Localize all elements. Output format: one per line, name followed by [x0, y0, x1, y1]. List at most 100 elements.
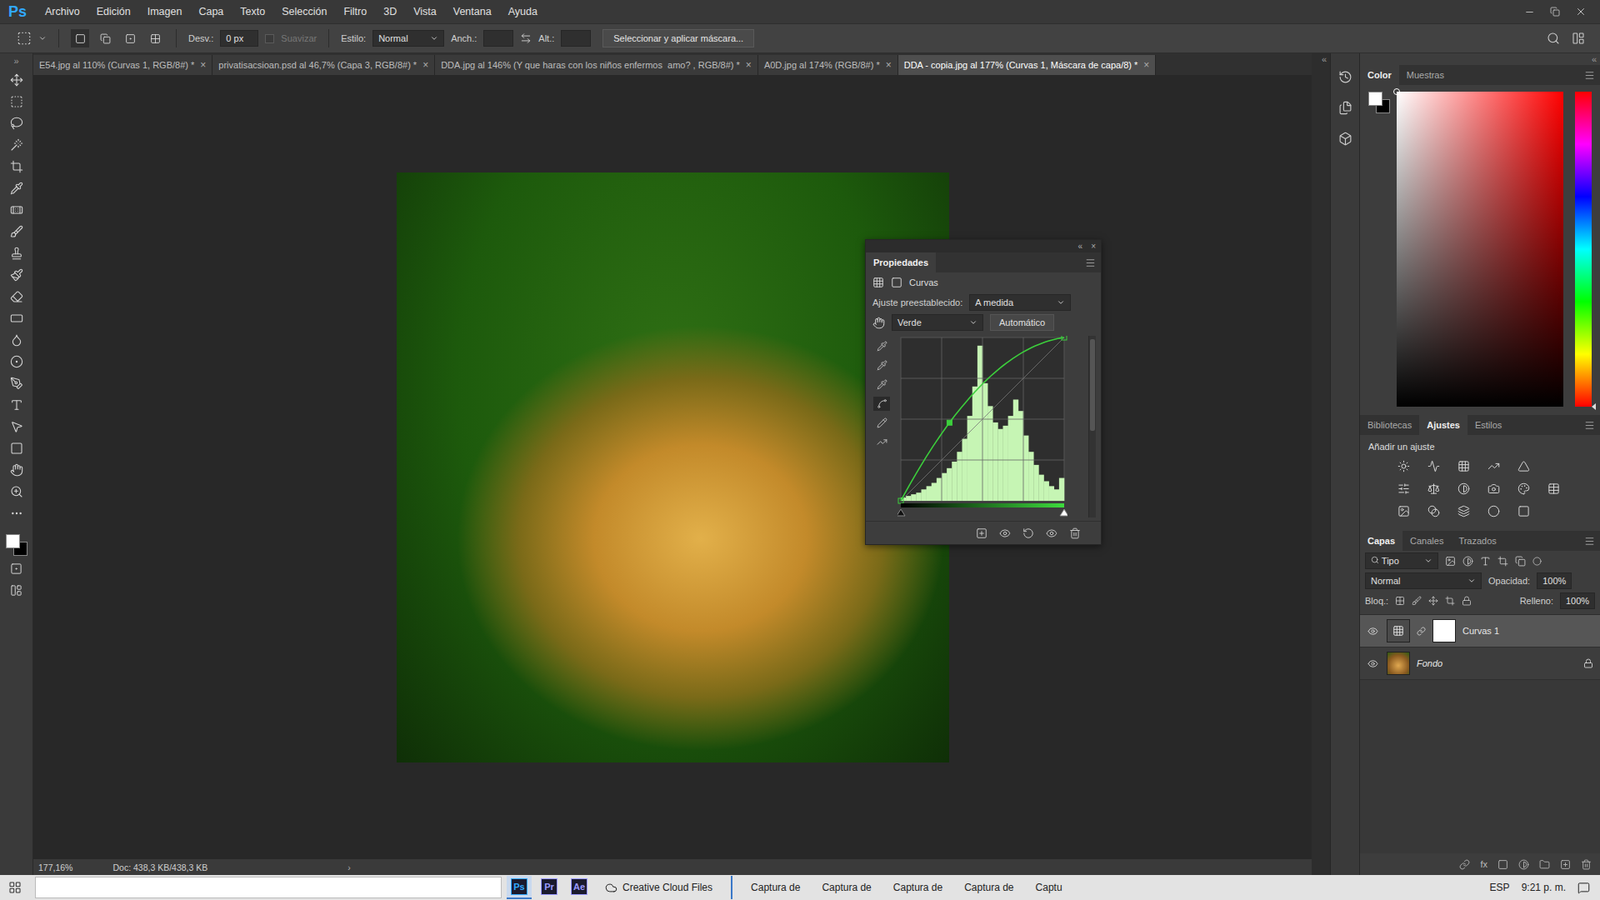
new-selection-button[interactable] — [70, 29, 90, 48]
panel-tab[interactable]: Estilos — [1467, 415, 1510, 435]
white-point-slider[interactable] — [1060, 509, 1068, 516]
clip-to-layer-icon[interactable] — [975, 527, 988, 540]
smooth-curve-button[interactable] — [873, 435, 890, 450]
creative-cloud-icon[interactable] — [605, 881, 618, 895]
curves-icon[interactable] — [1457, 460, 1470, 473]
menu-item[interactable]: Ayuda — [500, 3, 546, 20]
menu-item[interactable]: Vista — [405, 3, 445, 20]
lock-pixels-icon[interactable] — [1411, 595, 1422, 606]
adjustment-button[interactable] — [1451, 480, 1475, 498]
mask-thumbnail[interactable] — [1432, 619, 1456, 643]
mask-link-icon[interactable] — [1416, 626, 1426, 636]
adjustment-filter-icon[interactable] — [1462, 555, 1474, 567]
layer-name[interactable]: Fondo — [1416, 658, 1443, 669]
adjustment-button[interactable] — [1391, 457, 1415, 475]
healing-icon[interactable] — [10, 203, 24, 217]
white-point-eyedropper[interactable] — [873, 377, 890, 392]
view-previous-icon[interactable] — [999, 527, 1011, 540]
quick-selection-icon[interactable] — [10, 138, 24, 152]
clone-source-icon[interactable] — [1338, 100, 1353, 115]
panel-tab[interactable]: Bibliotecas — [1360, 415, 1420, 435]
menu-item[interactable]: Edición — [88, 3, 140, 20]
edit-points-button[interactable] — [873, 396, 890, 411]
opacity-input[interactable]: 100% — [1536, 572, 1572, 590]
more-icon[interactable] — [10, 506, 24, 520]
panel-menu-icon[interactable] — [1085, 257, 1096, 269]
color-lookup-icon[interactable] — [1547, 482, 1560, 495]
black-point-slider[interactable] — [897, 509, 905, 516]
new-adjustment-icon[interactable] — [1518, 859, 1530, 870]
adjustment-button[interactable] — [1541, 480, 1565, 498]
tool-button[interactable] — [5, 244, 29, 262]
panel-menu-icon[interactable] — [1584, 420, 1595, 431]
adjustment-button[interactable] — [1391, 480, 1415, 498]
path-selection-icon[interactable] — [10, 420, 24, 434]
rectangle-icon[interactable] — [10, 441, 24, 455]
fill-input[interactable]: 100% — [1560, 592, 1595, 610]
new-group-icon[interactable] — [1539, 859, 1550, 870]
history-icon[interactable] — [1338, 70, 1353, 85]
tool-button[interactable] — [5, 330, 29, 349]
status-menu-arrow[interactable]: › — [347, 862, 351, 873]
tool-button[interactable] — [5, 309, 29, 327]
lasso-icon[interactable] — [10, 116, 24, 130]
taskbar-window[interactable]: Creative Cloud Files — [596, 875, 721, 900]
color-swatches[interactable] — [5, 534, 28, 556]
collapse-button[interactable]: « — [1078, 241, 1084, 251]
new-layer-icon[interactable] — [1560, 859, 1571, 870]
history-brush-icon[interactable] — [10, 268, 24, 282]
add-mask-icon[interactable] — [1497, 859, 1509, 870]
channel-select[interactable]: Verde — [891, 314, 984, 331]
toggle-visibility-icon[interactable] — [1045, 527, 1058, 540]
gray-point-eyedropper[interactable] — [873, 358, 890, 373]
delete-layer-icon[interactable] — [1580, 859, 1592, 870]
black-point-eyedropper[interactable] — [873, 339, 890, 354]
curve-line[interactable] — [900, 337, 1065, 501]
feather-input[interactable]: 0 px — [220, 30, 259, 47]
curves-adjustment-icon[interactable] — [872, 276, 885, 289]
workspace-icon[interactable] — [1571, 31, 1585, 45]
taskbar-app[interactable]: Ps — [506, 875, 532, 900]
foreground-swatch[interactable] — [5, 534, 20, 549]
canvas[interactable]: «×PropiedadesCurvasAjuste preestablecido… — [33, 75, 1312, 860]
gradient-map-icon[interactable] — [1487, 505, 1500, 518]
eyedropper-icon[interactable] — [10, 181, 24, 195]
eye-icon[interactable] — [1367, 625, 1379, 637]
selective-color-icon[interactable] — [1517, 505, 1530, 518]
tool-button[interactable] — [5, 374, 29, 392]
white-eyedropper-icon[interactable] — [876, 379, 888, 390]
tool-button[interactable] — [5, 70, 29, 89]
invert-icon[interactable] — [1397, 505, 1410, 518]
minimize-icon[interactable] — [1524, 6, 1535, 18]
intersect-selection-icon[interactable] — [150, 33, 161, 45]
exposure-icon[interactable] — [1487, 460, 1500, 473]
dodge-icon[interactable] — [10, 355, 24, 369]
layer-thumbnail[interactable] — [1386, 651, 1410, 675]
zoom-level[interactable]: 177,16% — [38, 862, 73, 873]
smart-object-filter-icon[interactable] — [1515, 555, 1526, 567]
smooth-icon[interactable] — [876, 436, 888, 448]
add-selection-button[interactable] — [95, 29, 115, 48]
scrollbar-thumb[interactable] — [1090, 339, 1095, 431]
menu-item[interactable]: Filtro — [335, 3, 375, 20]
draw-curve-button[interactable] — [873, 415, 890, 430]
photo-filter-icon[interactable] — [1487, 482, 1500, 495]
graph-area[interactable] — [900, 337, 1065, 501]
notifications-icon[interactable] — [1577, 881, 1590, 895]
curve-point[interactable] — [1061, 335, 1067, 340]
panel-menu-button[interactable] — [1579, 415, 1600, 435]
foreground-swatch[interactable] — [1368, 91, 1383, 106]
swap-icon[interactable] — [520, 32, 532, 45]
vibrance-icon[interactable] — [1517, 460, 1530, 473]
zoom-icon[interactable] — [10, 485, 24, 499]
threshold-icon[interactable] — [1457, 505, 1470, 518]
restore-icon[interactable] — [1550, 6, 1560, 17]
3d-icon[interactable] — [1338, 131, 1353, 146]
taskbar-window[interactable]: Captu — [1027, 875, 1071, 900]
menu-item[interactable]: Selección — [273, 3, 335, 20]
document-tab[interactable]: E54.jpg al 110% (Curvas 1, RGB/8#) *× — [33, 55, 213, 75]
color-picker-marker[interactable] — [1393, 88, 1400, 95]
adjustment-button[interactable] — [1451, 502, 1475, 520]
adjustment-button[interactable] — [1421, 480, 1445, 498]
brightness-icon[interactable] — [1397, 460, 1410, 473]
